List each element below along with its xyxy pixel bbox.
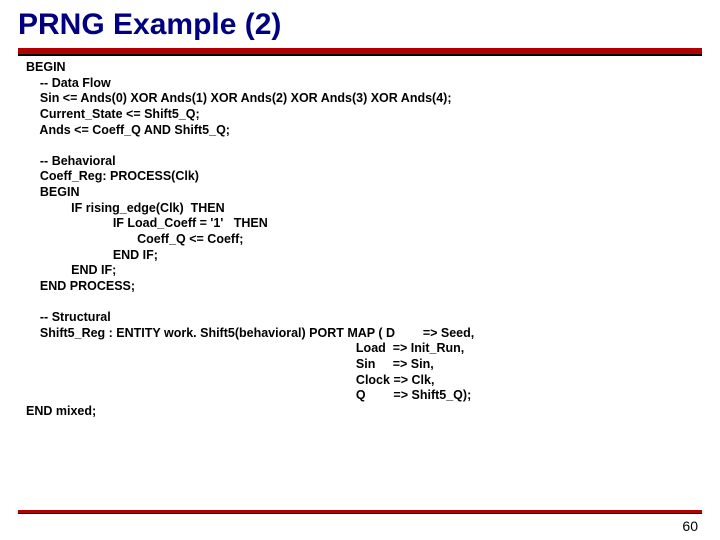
- page-number: 60: [682, 518, 698, 534]
- page-title: PRNG Example (2): [0, 0, 720, 48]
- bottom-rule: [18, 510, 702, 514]
- slide: PRNG Example (2) BEGIN -- Data Flow Sin …: [0, 0, 720, 540]
- code-block: BEGIN -- Data Flow Sin <= Ands(0) XOR An…: [0, 56, 720, 419]
